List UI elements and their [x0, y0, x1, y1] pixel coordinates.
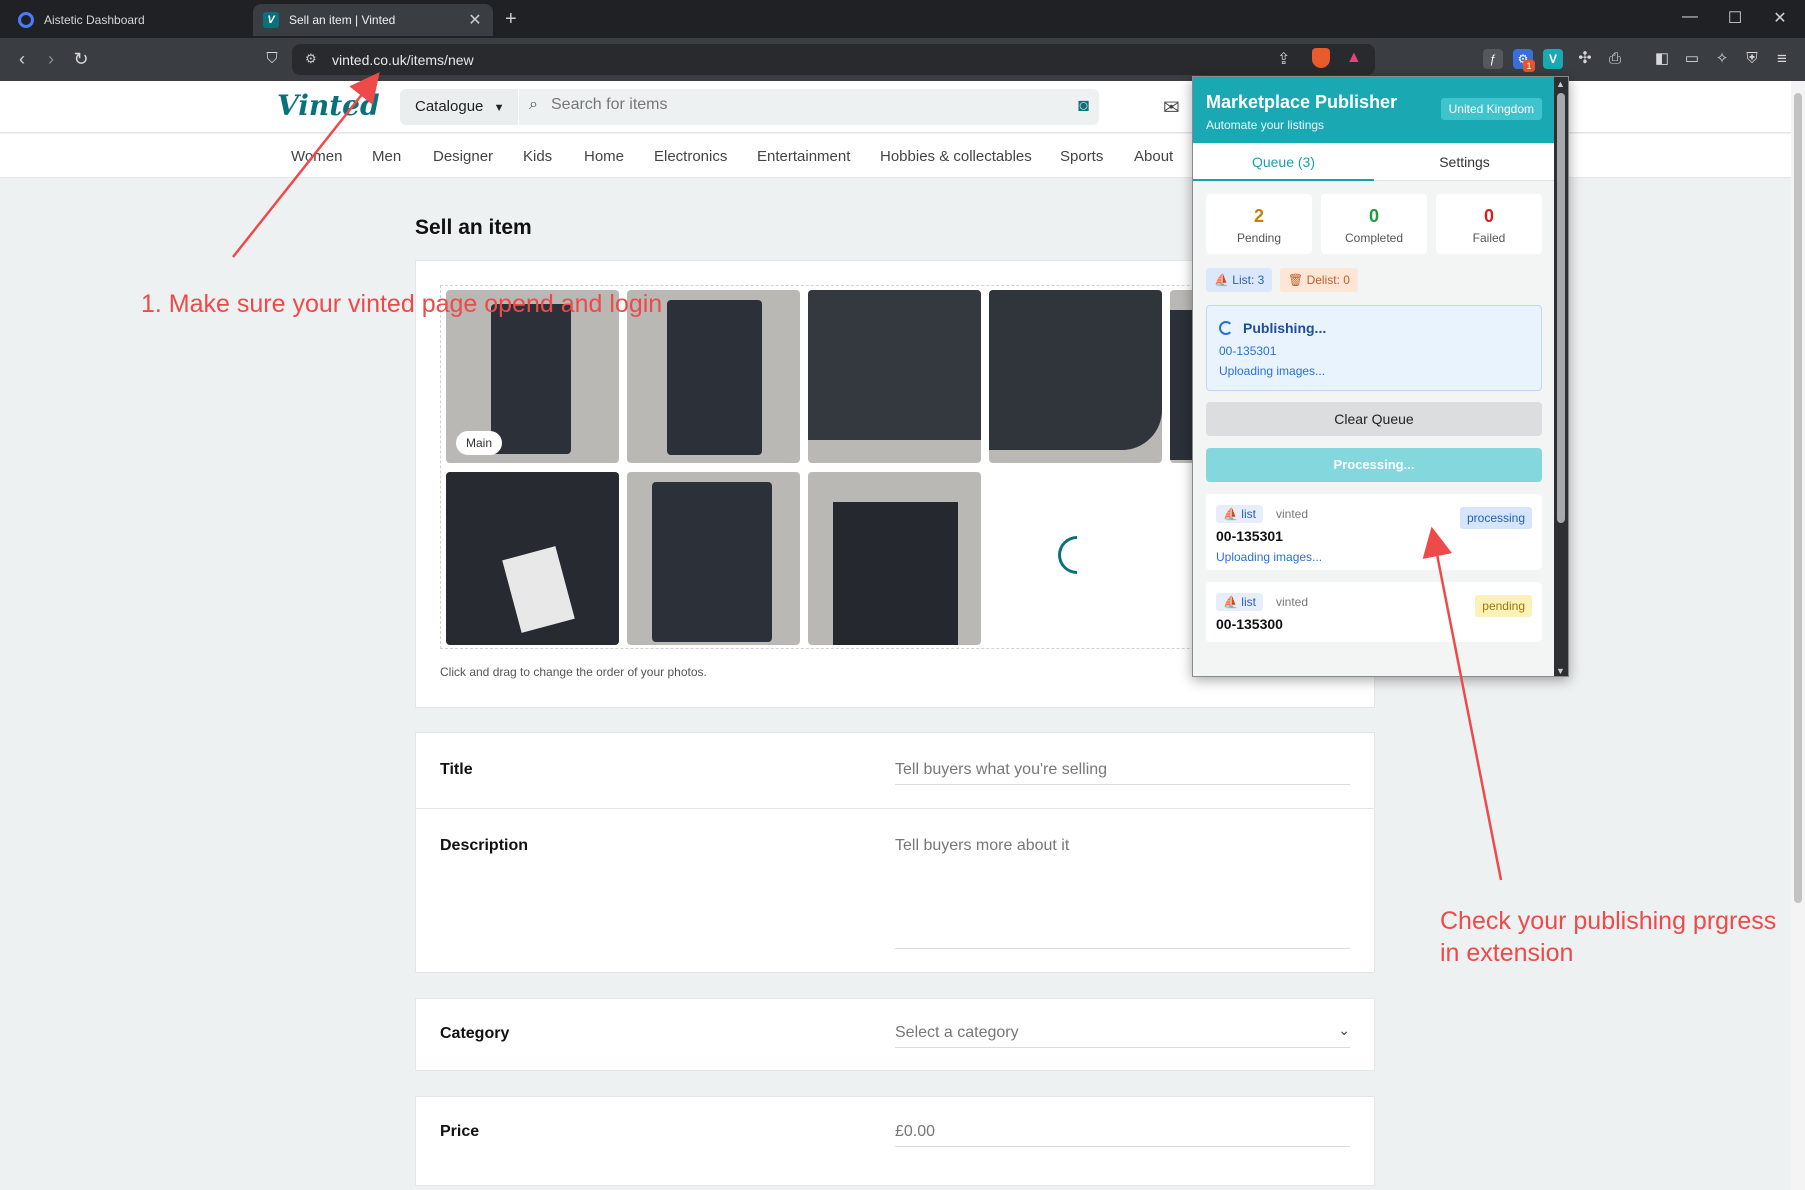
annotation-step-1: 1. Make sure your vinted page opend and … [141, 290, 663, 318]
annotation-arrows [232, 72, 1503, 881]
annotation-step-2: Check your publishing prgress in extensi… [1440, 907, 1777, 967]
arrow-to-extension [1422, 526, 1503, 881]
arrow-to-address-bar [232, 72, 380, 258]
